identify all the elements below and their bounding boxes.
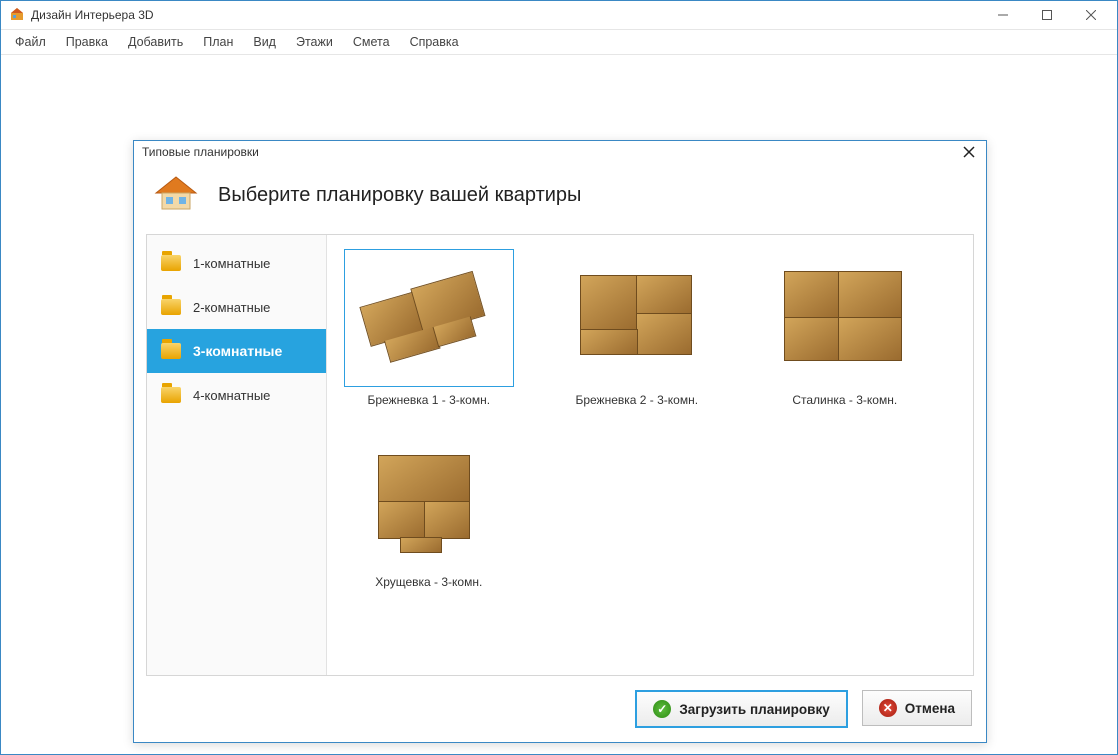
window-minimize-button[interactable] — [981, 1, 1025, 29]
layout-caption: Сталинка - 3-комн. — [792, 393, 897, 407]
button-label: Отмена — [905, 701, 955, 716]
folder-icon — [161, 299, 181, 315]
house-icon — [152, 173, 200, 218]
dialog-heading: Выберите планировку вашей квартиры — [218, 184, 581, 207]
layout-card[interactable]: Брежневка 2 - 3-комн. — [553, 249, 721, 407]
checkmark-icon: ✓ — [653, 700, 671, 718]
main-area: BOXPROGRAMS.RU Типовые планировки — [1, 55, 1117, 754]
menubar: Файл Правка Добавить План Вид Этажи Смет… — [1, 30, 1117, 55]
sidebar-item-label: 4-комнатные — [193, 388, 270, 403]
menu-view[interactable]: Вид — [243, 32, 286, 52]
cancel-button[interactable]: ✕ Отмена — [862, 690, 972, 726]
layout-grid: Брежневка 1 - 3-комн. Брежневка 2 - 3-ко… — [327, 235, 973, 675]
window-maximize-button[interactable] — [1025, 1, 1069, 29]
app-window: Дизайн Интерьера 3D Файл Правка Добавить… — [0, 0, 1118, 755]
menu-file[interactable]: Файл — [5, 32, 56, 52]
folder-icon — [161, 387, 181, 403]
layout-thumbnail — [760, 249, 930, 387]
dialog-body: 1-комнатные 2-комнатные 3-комнатные 4-ко… — [146, 234, 974, 676]
dialog-titlebar: Типовые планировки — [134, 141, 986, 163]
sidebar-item-1room[interactable]: 1-комнатные — [147, 241, 326, 285]
sidebar-item-4room[interactable]: 4-комнатные — [147, 373, 326, 417]
close-icon — [1086, 10, 1096, 20]
layout-thumbnail — [344, 249, 514, 387]
dialog-title: Типовые планировки — [142, 145, 259, 159]
layout-caption: Брежневка 2 - 3-комн. — [575, 393, 698, 407]
menu-floors[interactable]: Этажи — [286, 32, 343, 52]
dialog-close-button[interactable] — [958, 142, 980, 162]
layout-card[interactable]: Хрущевка - 3-комн. — [345, 431, 513, 589]
app-title: Дизайн Интерьера 3D — [31, 8, 154, 22]
window-close-button[interactable] — [1069, 1, 1113, 29]
folder-icon — [161, 343, 181, 359]
sidebar-item-label: 2-комнатные — [193, 300, 270, 315]
layout-thumbnail — [552, 249, 722, 387]
titlebar: Дизайн Интерьера 3D — [1, 1, 1117, 30]
load-layout-button[interactable]: ✓ Загрузить планировку — [635, 690, 847, 728]
maximize-icon — [1042, 10, 1052, 20]
sidebar-item-label: 1-комнатные — [193, 256, 270, 271]
sidebar-item-3room[interactable]: 3-комнатные — [147, 329, 326, 373]
minimize-icon — [998, 10, 1008, 20]
menu-edit[interactable]: Правка — [56, 32, 118, 52]
category-sidebar: 1-комнатные 2-комнатные 3-комнатные 4-ко… — [147, 235, 327, 675]
layout-card[interactable]: Сталинка - 3-комн. — [761, 249, 929, 407]
folder-icon — [161, 255, 181, 271]
menu-add[interactable]: Добавить — [118, 32, 193, 52]
sidebar-item-label: 3-комнатные — [193, 343, 282, 359]
layout-caption: Хрущевка - 3-комн. — [375, 575, 482, 589]
menu-help[interactable]: Справка — [400, 32, 469, 52]
menu-estimate[interactable]: Смета — [343, 32, 400, 52]
cancel-icon: ✕ — [879, 699, 897, 717]
menu-plan[interactable]: План — [193, 32, 243, 52]
app-icon — [9, 6, 25, 25]
layout-caption: Брежневка 1 - 3-комн. — [367, 393, 490, 407]
dialog-buttons: ✓ Загрузить планировку ✕ Отмена — [134, 676, 986, 742]
dialog-standard-layouts: Типовые планировки Выберите планировку в… — [133, 140, 987, 743]
layout-thumbnail — [344, 431, 514, 569]
sidebar-item-2room[interactable]: 2-комнатные — [147, 285, 326, 329]
layout-card[interactable]: Брежневка 1 - 3-комн. — [345, 249, 513, 407]
button-label: Загрузить планировку — [679, 702, 829, 717]
close-icon — [963, 146, 975, 158]
dialog-header: Выберите планировку вашей квартиры — [134, 163, 986, 234]
